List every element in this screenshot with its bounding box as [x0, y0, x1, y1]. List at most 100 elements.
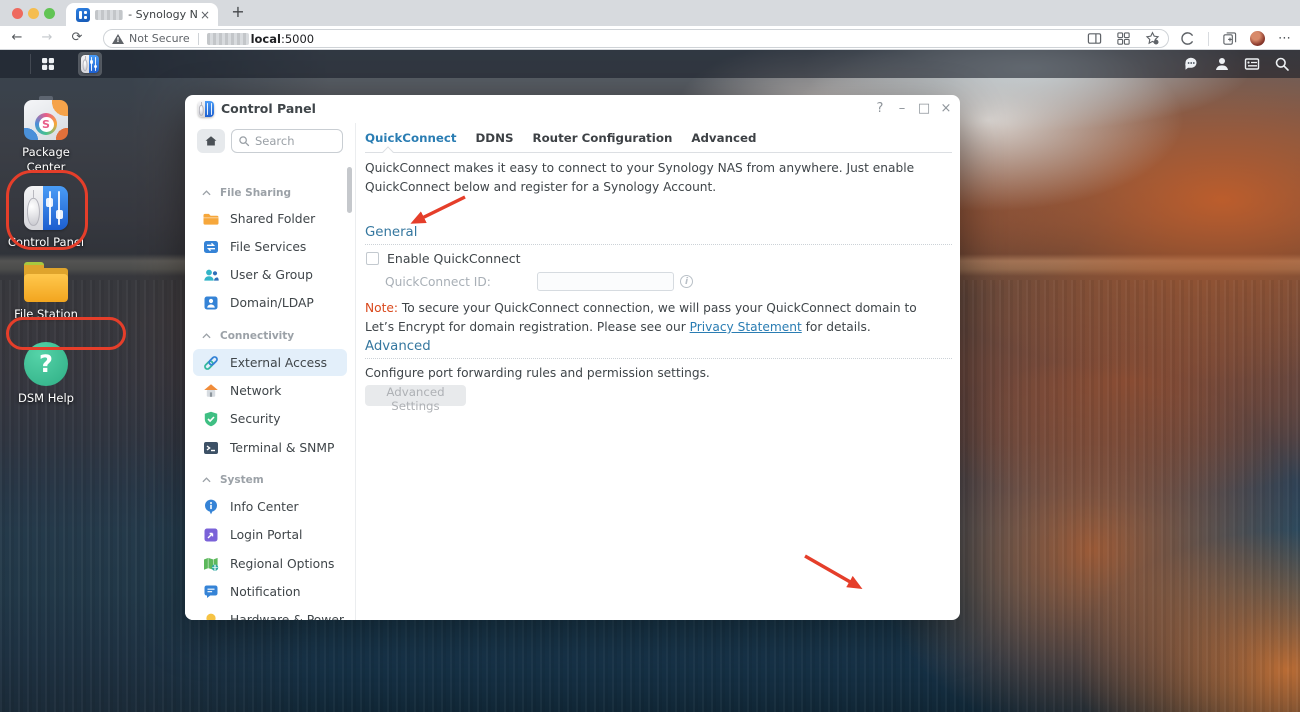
sidebar-search[interactable] [231, 129, 343, 153]
redacted-hostname [206, 32, 249, 45]
tab-close-icon[interactable]: × [198, 7, 212, 23]
sidebar-item-security[interactable]: Security [193, 405, 347, 432]
sidebar-item-hardware-power[interactable]: Hardware & Power [193, 606, 347, 620]
copilot-icon[interactable] [1180, 31, 1195, 46]
network-icon [204, 383, 218, 397]
sidebar-item-network[interactable]: Network [193, 377, 347, 404]
grid-menu-icon [42, 58, 54, 70]
tab-router-configuration[interactable]: Router Configuration [532, 131, 672, 145]
browser-toolbar: ← → ⟳ Not Secure local :5000 ⋯ [0, 26, 1300, 50]
tab-quickconnect[interactable]: QuickConnect [365, 131, 457, 145]
notifications-icon[interactable] [1184, 56, 1200, 72]
home-icon [205, 136, 217, 146]
tab-title: - Synology NAS [128, 8, 198, 21]
file-station-icon [24, 262, 68, 302]
enable-quickconnect-label: Enable QuickConnect [387, 251, 521, 266]
quickconnect-id-label: QuickConnect ID: [385, 275, 491, 289]
maximize-button[interactable]: □ [914, 95, 934, 123]
desktop-icon-label: DSM Help [18, 391, 74, 405]
profile-avatar[interactable] [1250, 31, 1265, 46]
domain-ldap-icon [204, 296, 218, 309]
user-group-icon [204, 269, 219, 281]
chevron-up-icon [202, 477, 211, 483]
package-center-icon: S [24, 96, 68, 140]
control-panel-icon [198, 101, 214, 117]
section-divider [365, 244, 952, 245]
note-paragraph: Note: To secure your QuickConnect connec… [365, 299, 917, 337]
browser-tab-strip: - Synology NAS × + [0, 0, 1300, 26]
url-port: :5000 [280, 31, 315, 46]
browser-tab[interactable]: - Synology NAS × [66, 3, 218, 26]
desktop-icon-package-center[interactable]: S Package Center [0, 96, 92, 175]
chevron-up-icon [202, 333, 211, 339]
user-options-icon[interactable] [1214, 56, 1230, 72]
info-tooltip-icon[interactable]: i [680, 275, 693, 288]
chevron-up-icon [202, 190, 211, 196]
sidebar-item-file-services[interactable]: File Services [193, 233, 347, 260]
search-icon [239, 136, 250, 147]
sidebar-section-connectivity[interactable]: Connectivity [185, 324, 355, 348]
close-button[interactable]: × [936, 95, 956, 123]
desktop-icon-label: File Station [14, 307, 78, 321]
sidebar-item-login-portal[interactable]: Login Portal [193, 521, 347, 548]
sidebar-item-shared-folder[interactable]: Shared Folder [193, 205, 347, 232]
tab-ddns[interactable]: DDNS [476, 131, 514, 145]
tab-divider [365, 152, 952, 153]
desktop-icon-control-panel[interactable]: Control Panel [0, 186, 92, 250]
sidebar-item-notification[interactable]: Notification [193, 578, 347, 605]
forward-button[interactable]: → [38, 29, 56, 47]
quickconnect-id-input[interactable] [537, 272, 674, 291]
note-text: for details. [801, 319, 871, 334]
traffic-light-minimize[interactable] [28, 8, 39, 19]
main-menu-button[interactable] [36, 52, 60, 76]
active-tab-caret [382, 146, 394, 158]
home-button[interactable] [197, 129, 225, 153]
split-screen-icon[interactable] [1087, 31, 1102, 46]
tab-advanced[interactable]: Advanced [691, 131, 756, 145]
control-panel-window: Control Panel ? – □ × File Sharing Share… [185, 95, 960, 620]
traffic-light-close[interactable] [12, 8, 23, 19]
control-panel-content: QuickConnect DDNS Router Configuration A… [355, 123, 960, 620]
search-input[interactable] [255, 134, 325, 148]
advanced-settings-button[interactable]: Advanced Settings [365, 385, 466, 413]
help-button[interactable]: ? [870, 95, 890, 123]
desktop-icon-file-station[interactable]: File Station [0, 262, 92, 322]
enable-quickconnect-checkbox[interactable] [366, 252, 379, 265]
taskbar-control-panel-button[interactable] [78, 52, 102, 76]
address-bar[interactable]: Not Secure local :5000 [103, 29, 1169, 48]
sidebar-section-file-sharing[interactable]: File Sharing [185, 181, 355, 205]
window-titlebar[interactable]: Control Panel ? – □ × [185, 95, 960, 123]
sidebar-item-domain-ldap[interactable]: Domain/LDAP [193, 289, 347, 316]
search-icon[interactable] [1274, 56, 1290, 72]
privacy-statement-link[interactable]: Privacy Statement [690, 320, 802, 334]
collections-icon[interactable] [1222, 31, 1237, 46]
apps-grid-icon[interactable] [1116, 31, 1131, 46]
question-mark-icon: ? [24, 342, 68, 386]
back-button[interactable]: ← [8, 29, 26, 47]
browser-menu-icon[interactable]: ⋯ [1278, 31, 1292, 46]
favorites-star-icon[interactable] [1145, 31, 1160, 46]
sidebar-item-user-group[interactable]: User & Group [193, 261, 347, 288]
sidebar-item-external-access[interactable]: External Access [193, 349, 347, 376]
new-tab-button[interactable]: + [228, 2, 248, 21]
sidebar-item-terminal-snmp[interactable]: Terminal & SNMP [193, 434, 347, 461]
sidebar-item-info-center[interactable]: Info Center [193, 493, 347, 520]
widgets-icon[interactable] [1244, 56, 1260, 72]
taskbar-divider [30, 54, 31, 74]
control-panel-sidebar: File Sharing Shared Folder File Services… [185, 123, 355, 620]
desktop-icon-label: Control Panel [7, 235, 85, 249]
lightbulb-icon [206, 613, 216, 620]
advanced-heading: Advanced [365, 339, 431, 354]
terminal-icon [204, 441, 218, 454]
desktop-icon-dsm-help[interactable]: ? DSM Help [0, 342, 92, 406]
traffic-light-zoom[interactable] [44, 8, 55, 19]
url-separator [197, 32, 199, 45]
minimize-button[interactable]: – [892, 95, 912, 123]
sidebar-item-regional-options[interactable]: Regional Options [193, 550, 347, 577]
dsm-desktop: S Package Center Control Panel File Stat… [0, 50, 1300, 712]
control-panel-icon [24, 186, 68, 230]
section-divider [365, 358, 952, 359]
sidebar-section-system[interactable]: System [185, 468, 355, 492]
security-label: Not Secure [129, 32, 190, 45]
reload-button[interactable]: ⟳ [68, 29, 86, 47]
